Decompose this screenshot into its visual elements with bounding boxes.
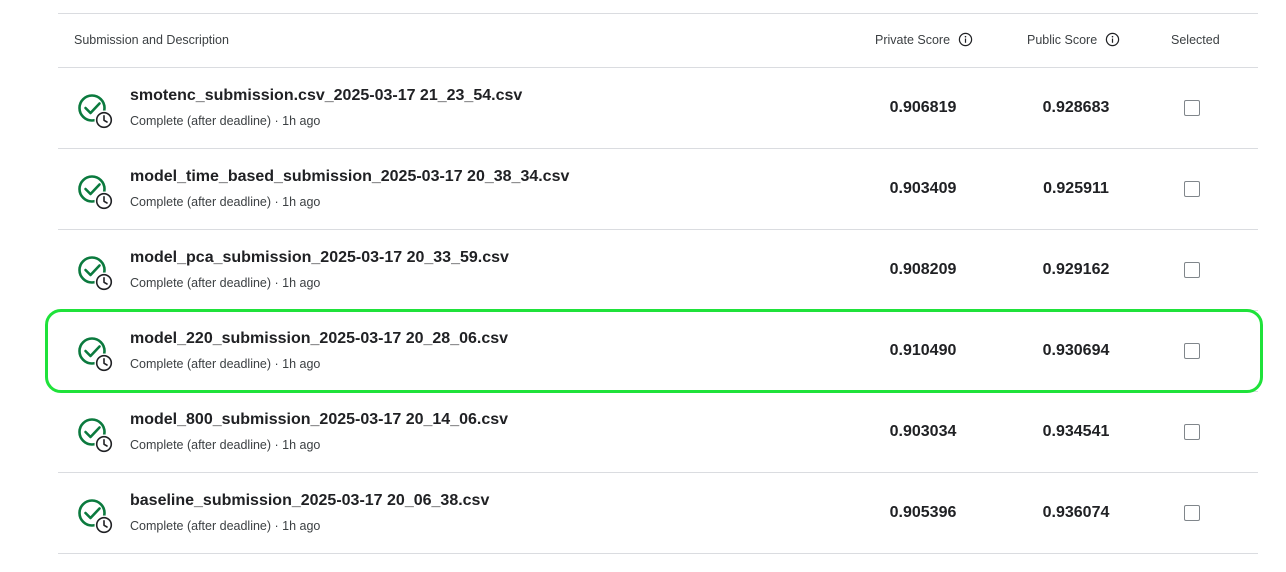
private-score: 0.908209 xyxy=(889,261,957,278)
info-icon[interactable] xyxy=(958,32,973,47)
public-score: 0.936074 xyxy=(1042,504,1110,521)
submission-status: Complete (after deadline) · 1h ago xyxy=(130,195,321,209)
header-public-score: Public Score xyxy=(1027,32,1120,47)
table-row[interactable]: model_220_submission_2025-03-17 20_28_06… xyxy=(58,311,1258,392)
selected-checkbox[interactable] xyxy=(1184,262,1200,278)
header-private-score: Private Score xyxy=(875,32,973,47)
submission-status: Complete (after deadline) · 1h ago xyxy=(130,357,321,371)
selected-checkbox[interactable] xyxy=(1184,424,1200,440)
check-circle-clock-icon xyxy=(78,418,114,454)
submission-file-name[interactable]: model_800_submission_2025-03-17 20_14_06… xyxy=(130,411,508,429)
private-score: 0.905396 xyxy=(889,504,957,521)
submission-file-name[interactable]: baseline_submission_2025-03-17 20_06_38.… xyxy=(130,492,489,510)
submission-file-name[interactable]: model_time_based_submission_2025-03-17 2… xyxy=(130,168,569,186)
table-row[interactable]: model_pca_submission_2025-03-17 20_33_59… xyxy=(58,230,1258,311)
submission-file-name[interactable]: model_220_submission_2025-03-17 20_28_06… xyxy=(130,330,508,348)
submissions-table: Submission and Description Private Score… xyxy=(58,13,1258,554)
selected-checkbox[interactable] xyxy=(1184,181,1200,197)
header-public-label: Public Score xyxy=(1027,33,1098,47)
submission-file-name[interactable]: model_pca_submission_2025-03-17 20_33_59… xyxy=(130,249,509,267)
check-circle-clock-icon xyxy=(78,337,114,373)
header-selected: Selected xyxy=(1171,33,1220,47)
public-score: 0.928683 xyxy=(1042,99,1110,116)
check-circle-clock-icon xyxy=(78,256,114,292)
private-score: 0.903034 xyxy=(889,423,957,440)
submission-status: Complete (after deadline) · 1h ago xyxy=(130,438,321,452)
check-circle-clock-icon xyxy=(78,499,114,535)
private-score: 0.910490 xyxy=(889,342,957,359)
public-score: 0.930694 xyxy=(1042,342,1110,359)
table-row[interactable]: baseline_submission_2025-03-17 20_06_38.… xyxy=(58,473,1258,554)
public-score: 0.934541 xyxy=(1042,423,1110,440)
selected-checkbox[interactable] xyxy=(1184,505,1200,521)
public-score: 0.929162 xyxy=(1042,261,1110,278)
private-score: 0.903409 xyxy=(889,180,957,197)
table-body: smotenc_submission.csv_2025-03-17 21_23_… xyxy=(58,68,1258,554)
submission-status: Complete (after deadline) · 1h ago xyxy=(130,276,321,290)
table-row[interactable]: model_800_submission_2025-03-17 20_14_06… xyxy=(58,392,1258,473)
selected-checkbox[interactable] xyxy=(1184,100,1200,116)
table-row[interactable]: model_time_based_submission_2025-03-17 2… xyxy=(58,149,1258,230)
public-score: 0.925911 xyxy=(1043,180,1109,197)
info-icon[interactable] xyxy=(1105,32,1120,47)
submission-status: Complete (after deadline) · 1h ago xyxy=(130,114,321,128)
submission-status: Complete (after deadline) · 1h ago xyxy=(130,519,321,533)
selected-checkbox[interactable] xyxy=(1184,343,1200,359)
check-circle-clock-icon xyxy=(78,94,114,130)
submissions-page: Submission and Description Private Score… xyxy=(0,0,1286,572)
header-submission: Submission and Description xyxy=(74,33,229,47)
table-header: Submission and Description Private Score… xyxy=(58,14,1258,68)
header-private-label: Private Score xyxy=(875,33,951,47)
submission-file-name[interactable]: smotenc_submission.csv_2025-03-17 21_23_… xyxy=(130,87,522,105)
private-score: 0.906819 xyxy=(889,99,957,116)
check-circle-clock-icon xyxy=(78,175,114,211)
table-row[interactable]: smotenc_submission.csv_2025-03-17 21_23_… xyxy=(58,68,1258,149)
